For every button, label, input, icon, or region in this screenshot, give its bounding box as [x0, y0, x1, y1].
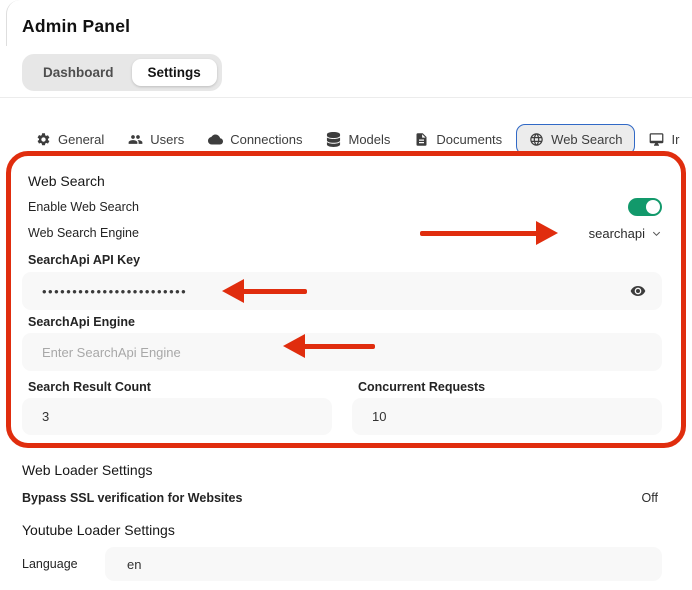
- gear-icon: [36, 132, 51, 147]
- tab-label: Models: [348, 132, 390, 147]
- concurrent-requests-input[interactable]: [352, 398, 662, 435]
- enable-web-search-row: Enable Web Search: [28, 198, 662, 216]
- searchapi-api-key-field: [22, 272, 662, 310]
- tab-web-search[interactable]: Web Search: [516, 124, 635, 155]
- web-loader-section-title: Web Loader Settings: [22, 462, 153, 478]
- tab-label: Ir: [671, 132, 679, 147]
- admin-segmented-control: Dashboard Settings: [22, 54, 222, 91]
- search-result-count-input[interactable]: [22, 398, 332, 435]
- chevron-down-icon: [651, 228, 662, 239]
- users-icon: [128, 132, 143, 147]
- tab-users[interactable]: Users: [118, 124, 194, 155]
- selected-engine-value: searchapi: [589, 226, 645, 241]
- enable-web-search-toggle[interactable]: [628, 198, 662, 216]
- tab-general[interactable]: General: [26, 124, 114, 155]
- settings-tab-button[interactable]: Settings: [132, 59, 217, 86]
- tab-label: Web Search: [551, 132, 622, 147]
- tab-documents[interactable]: Documents: [404, 124, 512, 155]
- bypass-ssl-label: Bypass SSL verification for Websites: [22, 491, 242, 505]
- concurrent-requests-label: Concurrent Requests: [358, 380, 485, 394]
- tab-interface[interactable]: Ir: [639, 124, 689, 155]
- search-result-count-label: Search Result Count: [28, 380, 151, 394]
- monitor-icon: [649, 132, 664, 147]
- eye-icon: [630, 283, 646, 299]
- searchapi-api-key-input[interactable]: [22, 284, 622, 299]
- database-icon: [326, 132, 341, 147]
- tab-label: General: [58, 132, 104, 147]
- enable-web-search-label: Enable Web Search: [28, 200, 139, 214]
- tab-connections[interactable]: Connections: [198, 124, 312, 155]
- tab-label: Users: [150, 132, 184, 147]
- show-api-key-button[interactable]: [622, 283, 662, 299]
- globe-icon: [529, 132, 544, 147]
- language-input[interactable]: [105, 547, 662, 581]
- toggle-knob: [646, 200, 660, 214]
- header-divider: [0, 97, 692, 98]
- tab-label: Connections: [230, 132, 302, 147]
- web-search-engine-label: Web Search Engine: [28, 226, 139, 240]
- web-search-engine-row: Web Search Engine searchapi: [28, 224, 662, 242]
- web-search-engine-select[interactable]: searchapi: [589, 226, 662, 241]
- bypass-ssl-row[interactable]: Bypass SSL verification for Websites Off: [22, 490, 658, 506]
- searchapi-engine-input[interactable]: [22, 333, 662, 371]
- searchapi-engine-label: SearchApi Engine: [28, 315, 135, 329]
- searchapi-api-key-label: SearchApi API Key: [28, 253, 140, 267]
- settings-tabstrip: General Users Connections Models Documen…: [26, 124, 692, 155]
- page-title: Admin Panel: [22, 16, 130, 37]
- bypass-ssl-value: Off: [642, 491, 658, 505]
- tab-label: Documents: [436, 132, 502, 147]
- dashboard-tab-button[interactable]: Dashboard: [27, 59, 130, 86]
- language-label: Language: [22, 557, 78, 571]
- cloud-icon: [208, 132, 223, 147]
- youtube-loader-section-title: Youtube Loader Settings: [22, 522, 175, 538]
- tab-models[interactable]: Models: [316, 124, 400, 155]
- document-icon: [414, 132, 429, 147]
- web-search-section-title: Web Search: [28, 173, 105, 189]
